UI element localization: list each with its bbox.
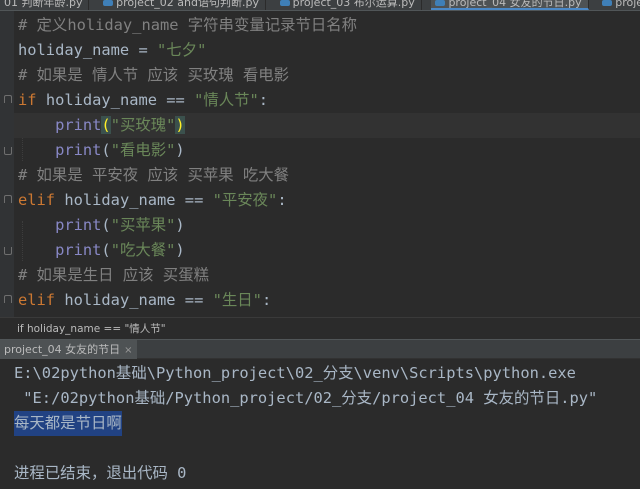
- editor-tab-bar: 01 判断年龄.py project_02 and语句判断.py project…: [0, 0, 640, 11]
- code-line-9: print("买苹果"): [18, 213, 185, 238]
- colon: :: [258, 91, 269, 109]
- comment: # 定义holiday_name 字符串变量记录节日名称: [18, 16, 358, 34]
- console-exit-message: 进程已结束，退出代码 0: [14, 464, 187, 482]
- comment: # 如果是 情人节 应该 买玫瑰 看电影: [18, 66, 290, 84]
- expression: holiday_name ==: [55, 291, 213, 309]
- builtin-function: print: [55, 216, 102, 234]
- expression: holiday_name ==: [36, 91, 195, 109]
- paren-close: ): [175, 216, 185, 234]
- code-line-10: print("吃大餐"): [18, 238, 185, 263]
- code-line-5-current: print("买玫瑰"): [14, 113, 640, 138]
- comment: # 如果是生日 应该 买蛋糕: [18, 266, 209, 284]
- string-literal: "看电影": [110, 141, 176, 159]
- python-file-icon: [435, 0, 446, 6]
- close-icon[interactable]: ×: [124, 345, 132, 356]
- string-literal: "情人节": [194, 91, 259, 109]
- console-command-line: E:\02python基础\Python_project\02_分支\venv\…: [14, 364, 576, 382]
- tab-project-04[interactable]: project_04 女友的节日.py: [431, 0, 589, 10]
- code-line-6: print("看电影"): [18, 138, 185, 163]
- code-editor[interactable]: # 定义holiday_name 字符串变量记录节日名称 holiday_nam…: [0, 11, 640, 317]
- python-file-icon: [103, 0, 114, 6]
- run-tool-window-header: project_04 女友的节日 ×: [0, 339, 640, 359]
- keyword: elif: [18, 291, 56, 309]
- python-file-icon: [279, 0, 290, 6]
- code-line-4: if holiday_name == "情人节":: [18, 88, 268, 113]
- code-line-8: elif holiday_name == "平安夜":: [18, 188, 287, 213]
- tab-01[interactable]: 01 判断年龄.py: [0, 0, 90, 10]
- tab-project-03[interactable]: project_03 布尔运算.py: [276, 0, 422, 10]
- tab-label: project_03 布尔运算.py: [292, 0, 415, 9]
- code-line-1: # 定义holiday_name 字符串变量记录节日名称: [18, 13, 357, 38]
- string-literal: "平安夜": [212, 191, 278, 209]
- fold-start-icon[interactable]: [4, 295, 12, 303]
- run-console[interactable]: E:\02python基础\Python_project\02_分支\venv\…: [0, 359, 640, 489]
- tab-label: proje: [615, 0, 640, 9]
- builtin-function: print: [55, 116, 102, 134]
- run-tab[interactable]: project_04 女友的节日 ×: [0, 340, 137, 359]
- tab-project-02[interactable]: project_02 and语句判断.py: [99, 0, 266, 10]
- fold-start-icon[interactable]: [4, 95, 12, 103]
- string-literal: "生日": [212, 291, 262, 309]
- paren-open: (: [101, 216, 111, 234]
- code-line-3: # 如果是 情人节 应该 买玫瑰 看电影: [18, 63, 289, 88]
- code-line-7: # 如果是 平安夜 应该 买苹果 吃大餐: [18, 163, 289, 188]
- editor-gutter: [0, 11, 14, 317]
- code-line-11: # 如果是生日 应该 买蛋糕: [18, 263, 209, 288]
- paren-open: (: [101, 241, 111, 259]
- tab-label: project_04 女友的节日.py: [448, 0, 582, 9]
- fold-end-icon[interactable]: [4, 247, 12, 255]
- builtin-function: print: [55, 141, 102, 159]
- paren-close: ): [175, 141, 185, 159]
- breadcrumb[interactable]: if holiday_name == "情人节": [0, 317, 640, 339]
- console-output: 每天都是节日啊: [14, 411, 122, 436]
- keyword: elif: [18, 191, 56, 209]
- tab-project-05[interactable]: proje: [598, 0, 640, 10]
- fold-end-icon[interactable]: [4, 147, 12, 155]
- paren-close: ): [175, 116, 185, 134]
- paren-close: ): [175, 241, 185, 259]
- python-file-icon: [602, 0, 613, 6]
- tab-label: 01 判断年龄.py: [4, 0, 83, 9]
- run-tab-label: project_04 女友的节日: [4, 343, 121, 356]
- comment: # 如果是 平安夜 应该 买苹果 吃大餐: [18, 166, 290, 184]
- string-literal: "买苹果": [110, 216, 176, 234]
- expression: holiday_name ==: [55, 191, 213, 209]
- string-literal: "买玫瑰": [110, 116, 176, 134]
- breadcrumb-item[interactable]: if holiday_name == "情人节": [17, 323, 166, 335]
- operator: =: [129, 41, 158, 59]
- string-literal: "七夕": [157, 41, 207, 59]
- keyword: if: [18, 91, 37, 109]
- paren-open: (: [101, 116, 111, 134]
- colon: :: [261, 291, 272, 309]
- identifier: holiday_name: [18, 41, 130, 59]
- tab-label: project_02 and语句判断.py: [116, 0, 259, 9]
- console-command-line: "E:/02python基础/Python_project/02_分支/proj…: [14, 389, 598, 407]
- builtin-function: print: [55, 241, 102, 259]
- paren-open: (: [101, 141, 111, 159]
- code-line-2: holiday_name = "七夕": [18, 38, 206, 63]
- string-literal: "吃大餐": [110, 241, 176, 259]
- fold-start-icon[interactable]: [4, 195, 12, 203]
- colon: :: [277, 191, 287, 209]
- code-line-12: elif holiday_name == "生日":: [18, 288, 271, 313]
